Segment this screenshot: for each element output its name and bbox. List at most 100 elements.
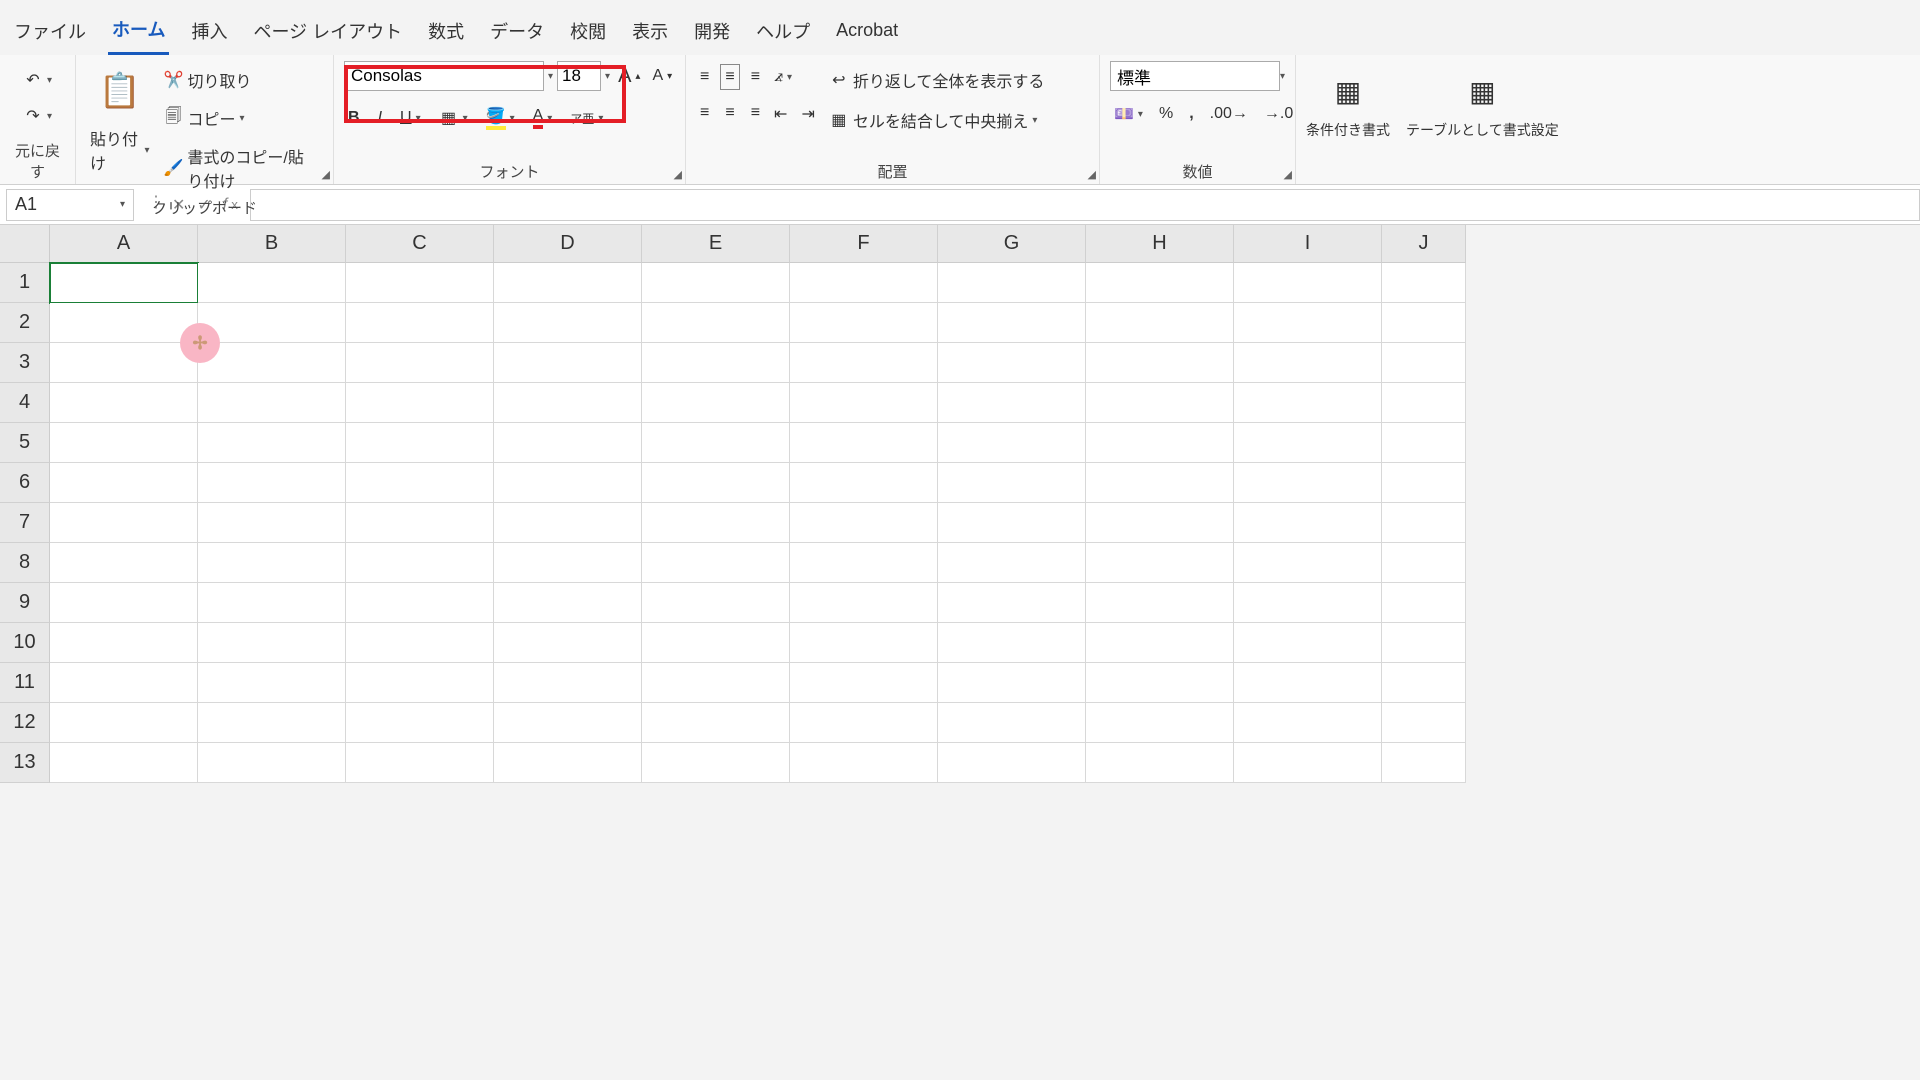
cell[interactable] <box>642 383 790 423</box>
align-right-button[interactable]: ≡ <box>747 101 764 125</box>
cell[interactable] <box>1086 463 1234 503</box>
cell[interactable] <box>1382 543 1466 583</box>
cell[interactable] <box>50 463 198 503</box>
cell[interactable] <box>198 303 346 343</box>
underline-button[interactable]: U▾ <box>396 106 425 130</box>
copy-button[interactable]: 🗐コピー ▾ <box>159 103 323 133</box>
cell[interactable] <box>1382 623 1466 663</box>
font-family-select[interactable] <box>344 61 544 91</box>
cell[interactable] <box>1086 423 1234 463</box>
cell[interactable] <box>494 463 642 503</box>
cell[interactable] <box>1382 703 1466 743</box>
cell[interactable] <box>198 263 346 303</box>
cell[interactable] <box>938 583 1086 623</box>
cell[interactable] <box>346 703 494 743</box>
cell[interactable] <box>198 503 346 543</box>
cell[interactable] <box>1086 743 1234 783</box>
cell[interactable] <box>790 623 938 663</box>
cell[interactable] <box>494 263 642 303</box>
cell[interactable] <box>1234 463 1382 503</box>
cell[interactable] <box>790 423 938 463</box>
cell[interactable] <box>494 303 642 343</box>
cell[interactable] <box>1086 343 1234 383</box>
cell[interactable] <box>790 583 938 623</box>
cell[interactable] <box>1234 303 1382 343</box>
col-header[interactable]: B <box>198 225 346 263</box>
wrap-text-button[interactable]: ↩折り返して全体を表示する <box>825 65 1049 95</box>
cell[interactable] <box>198 543 346 583</box>
row-header[interactable]: 9 <box>0 583 50 623</box>
row-header[interactable]: 3 <box>0 343 50 383</box>
format-painter-button[interactable]: 🖌️書式のコピー/貼り付け <box>159 141 323 195</box>
cell[interactable] <box>198 383 346 423</box>
redo-button[interactable]: ↷▾ <box>19 103 56 129</box>
conditional-format-icon[interactable]: ▦ <box>1326 61 1370 121</box>
number-expand-icon[interactable]: ◢ <box>1284 168 1292 181</box>
cell[interactable] <box>494 583 642 623</box>
cell[interactable] <box>198 463 346 503</box>
cell[interactable] <box>642 423 790 463</box>
font-expand-icon[interactable]: ◢ <box>674 168 682 181</box>
cell[interactable] <box>1382 423 1466 463</box>
row-header[interactable]: 4 <box>0 383 50 423</box>
decrease-decimal-button[interactable]: →.0 <box>1260 101 1297 127</box>
fill-color-button[interactable]: 🪣▾ <box>482 103 519 133</box>
cell[interactable] <box>1234 663 1382 703</box>
orientation-button[interactable]: ⦨▾ <box>770 65 819 89</box>
cell[interactable] <box>642 743 790 783</box>
cell[interactable] <box>198 663 346 703</box>
cell[interactable] <box>1086 703 1234 743</box>
cell[interactable] <box>494 543 642 583</box>
cell[interactable] <box>642 503 790 543</box>
cell[interactable] <box>938 423 1086 463</box>
cell[interactable] <box>198 423 346 463</box>
tab-formulas[interactable]: 数式 <box>424 12 468 54</box>
cell[interactable] <box>790 463 938 503</box>
italic-button[interactable]: I <box>374 106 386 130</box>
cell[interactable] <box>1382 263 1466 303</box>
cell[interactable] <box>1382 663 1466 703</box>
row-header[interactable]: 10 <box>0 623 50 663</box>
cell[interactable] <box>494 423 642 463</box>
cell[interactable] <box>1382 463 1466 503</box>
cell[interactable] <box>1234 343 1382 383</box>
cell[interactable] <box>1234 423 1382 463</box>
cell[interactable] <box>50 303 198 343</box>
increase-font-button[interactable]: A▴ <box>614 62 644 91</box>
cell[interactable] <box>642 543 790 583</box>
align-expand-icon[interactable]: ◢ <box>1088 168 1096 181</box>
cell[interactable] <box>494 623 642 663</box>
cell[interactable] <box>346 503 494 543</box>
cell[interactable] <box>1086 543 1234 583</box>
cell[interactable] <box>198 703 346 743</box>
cell[interactable] <box>790 503 938 543</box>
cell[interactable] <box>642 263 790 303</box>
cell[interactable] <box>50 583 198 623</box>
cell[interactable] <box>494 663 642 703</box>
cell[interactable] <box>1234 623 1382 663</box>
cut-button[interactable]: ✂️切り取り <box>159 65 323 95</box>
cell[interactable] <box>790 663 938 703</box>
cell[interactable] <box>938 663 1086 703</box>
tab-data[interactable]: データ <box>486 12 548 54</box>
col-header[interactable]: C <box>346 225 494 263</box>
cell[interactable] <box>1086 663 1234 703</box>
cell[interactable] <box>346 423 494 463</box>
cell[interactable] <box>1234 743 1382 783</box>
formula-input[interactable] <box>250 189 1920 221</box>
cell[interactable] <box>50 343 198 383</box>
accounting-button[interactable]: 💷▾ <box>1110 101 1147 127</box>
row-header[interactable]: 8 <box>0 543 50 583</box>
percent-button[interactable]: % <box>1155 101 1177 127</box>
cell[interactable] <box>790 743 938 783</box>
col-header[interactable]: J <box>1382 225 1466 263</box>
cell[interactable] <box>642 623 790 663</box>
cell[interactable] <box>198 743 346 783</box>
cell[interactable] <box>938 703 1086 743</box>
cell[interactable] <box>346 263 494 303</box>
cell[interactable] <box>1234 543 1382 583</box>
cell[interactable] <box>938 263 1086 303</box>
cell[interactable] <box>1382 583 1466 623</box>
tab-help[interactable]: ヘルプ <box>752 12 814 54</box>
col-header[interactable]: I <box>1234 225 1382 263</box>
